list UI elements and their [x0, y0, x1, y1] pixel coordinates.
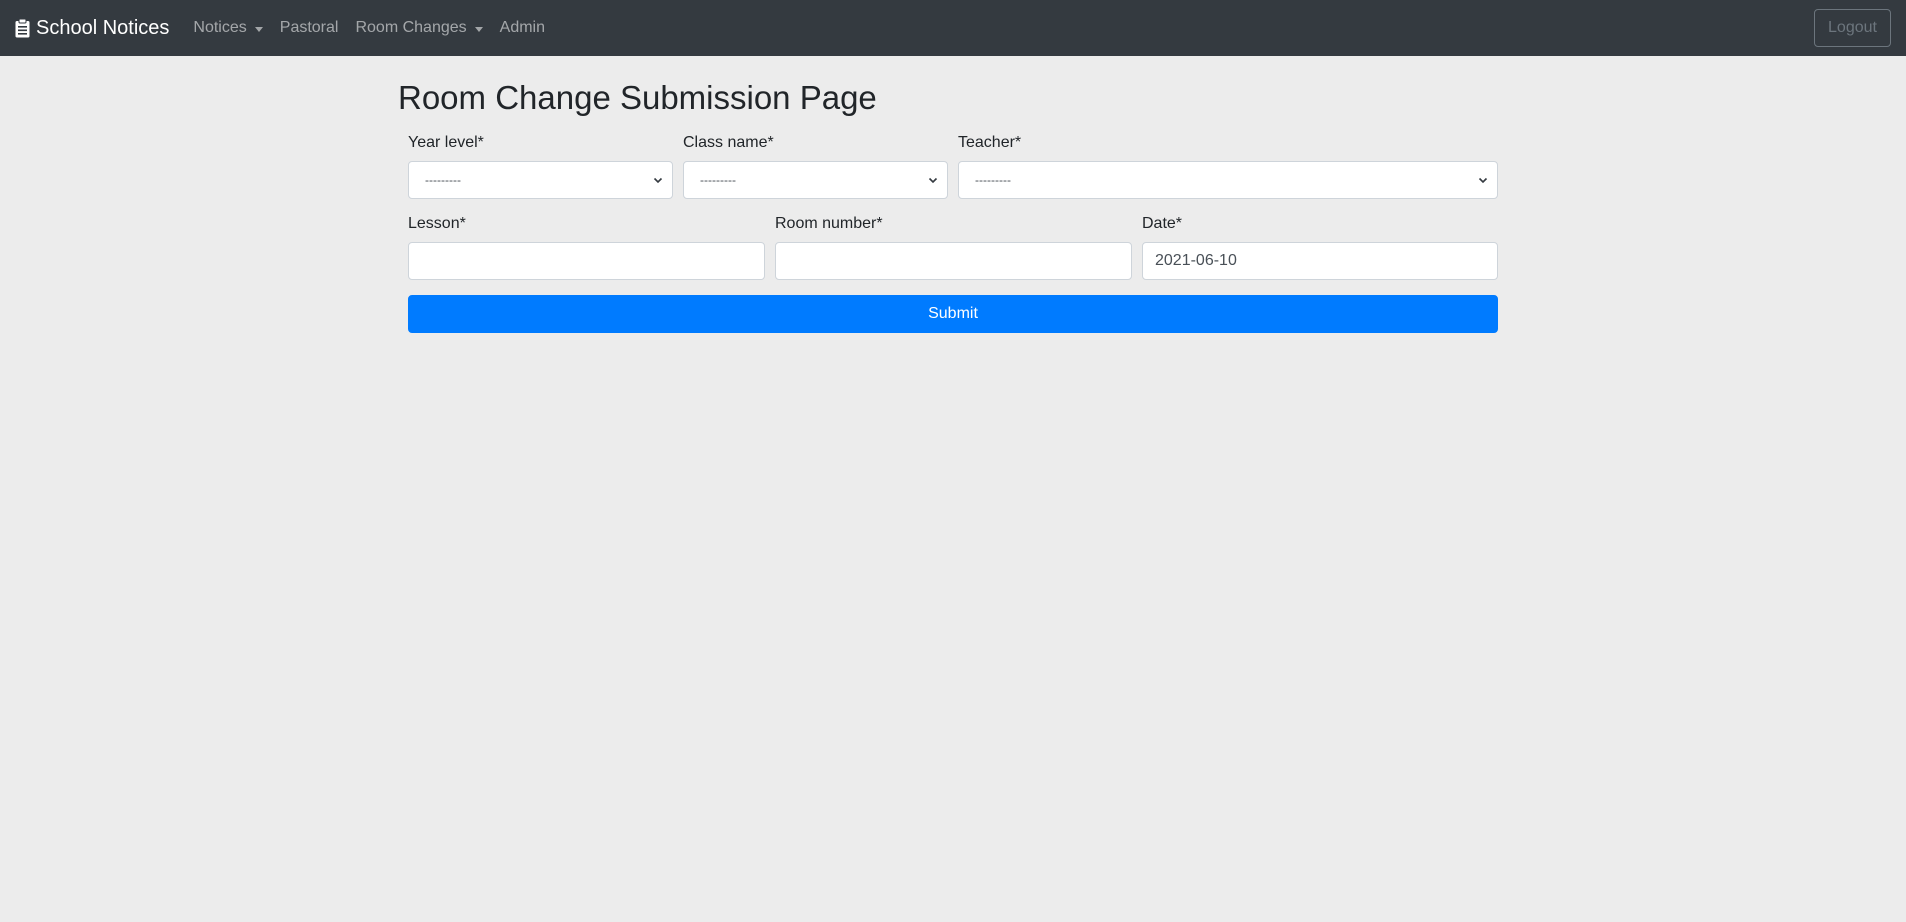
form-row-2: Lesson* Room number* Date* — [408, 215, 1498, 280]
chevron-down-icon — [1477, 174, 1489, 186]
caret-down-icon — [474, 26, 483, 32]
year-level-value: --------- — [425, 172, 461, 187]
top-navbar: School Notices Notices Pastoral Room Cha… — [0, 0, 1906, 56]
class-name-select[interactable]: --------- — [683, 160, 948, 199]
room-number-group: Room number* — [775, 215, 1132, 280]
date-label: Date* — [1142, 214, 1183, 232]
caret-down-icon — [254, 26, 263, 32]
lesson-label: Lesson* — [408, 214, 466, 232]
chevron-down-icon — [927, 174, 939, 186]
form-row-1: Year level* --------- Class name* ------… — [408, 134, 1498, 199]
class-name-value: --------- — [700, 172, 736, 187]
year-level-group: Year level* --------- — [408, 134, 673, 199]
brand-label: School Notices — [36, 16, 170, 39]
lesson-group: Lesson* — [408, 215, 765, 280]
page-title: Room Change Submission Page — [398, 79, 877, 116]
date-input[interactable] — [1142, 241, 1498, 280]
teacher-label: Teacher* — [958, 133, 1022, 151]
nav-room-changes-dropdown[interactable]: Room Changes — [355, 19, 483, 37]
room-change-form: Year level* --------- Class name* ------… — [398, 134, 1508, 333]
teacher-group: Teacher* --------- — [958, 134, 1498, 199]
year-level-select[interactable]: --------- — [408, 160, 673, 199]
brand-link[interactable]: School Notices — [15, 17, 169, 40]
class-name-group: Class name* --------- — [683, 134, 948, 199]
lesson-input[interactable] — [408, 241, 765, 280]
class-name-label: Class name* — [683, 133, 774, 151]
nav-room-changes-label: Room Changes — [355, 19, 467, 36]
chevron-down-icon — [652, 174, 664, 186]
room-number-label: Room number* — [775, 214, 883, 232]
submit-button[interactable]: Submit — [408, 294, 1498, 333]
teacher-select[interactable]: --------- — [958, 160, 1498, 199]
nav-admin[interactable]: Admin — [500, 19, 545, 37]
nav-pastoral-label: Pastoral — [279, 19, 339, 36]
nav-notices-label: Notices — [193, 19, 247, 36]
clipboard-icon — [15, 18, 30, 38]
nav-admin-label: Admin — [499, 19, 545, 36]
nav-pastoral[interactable]: Pastoral — [280, 19, 339, 37]
date-group: Date* — [1142, 215, 1498, 280]
logout-button[interactable]: Logout — [1814, 9, 1891, 47]
room-number-input[interactable] — [775, 241, 1132, 280]
nav-notices-dropdown[interactable]: Notices — [193, 19, 263, 37]
teacher-value: --------- — [975, 172, 1011, 187]
main-content: Room Change Submission Page Year level* … — [398, 56, 1508, 333]
year-level-label: Year level* — [408, 133, 484, 151]
